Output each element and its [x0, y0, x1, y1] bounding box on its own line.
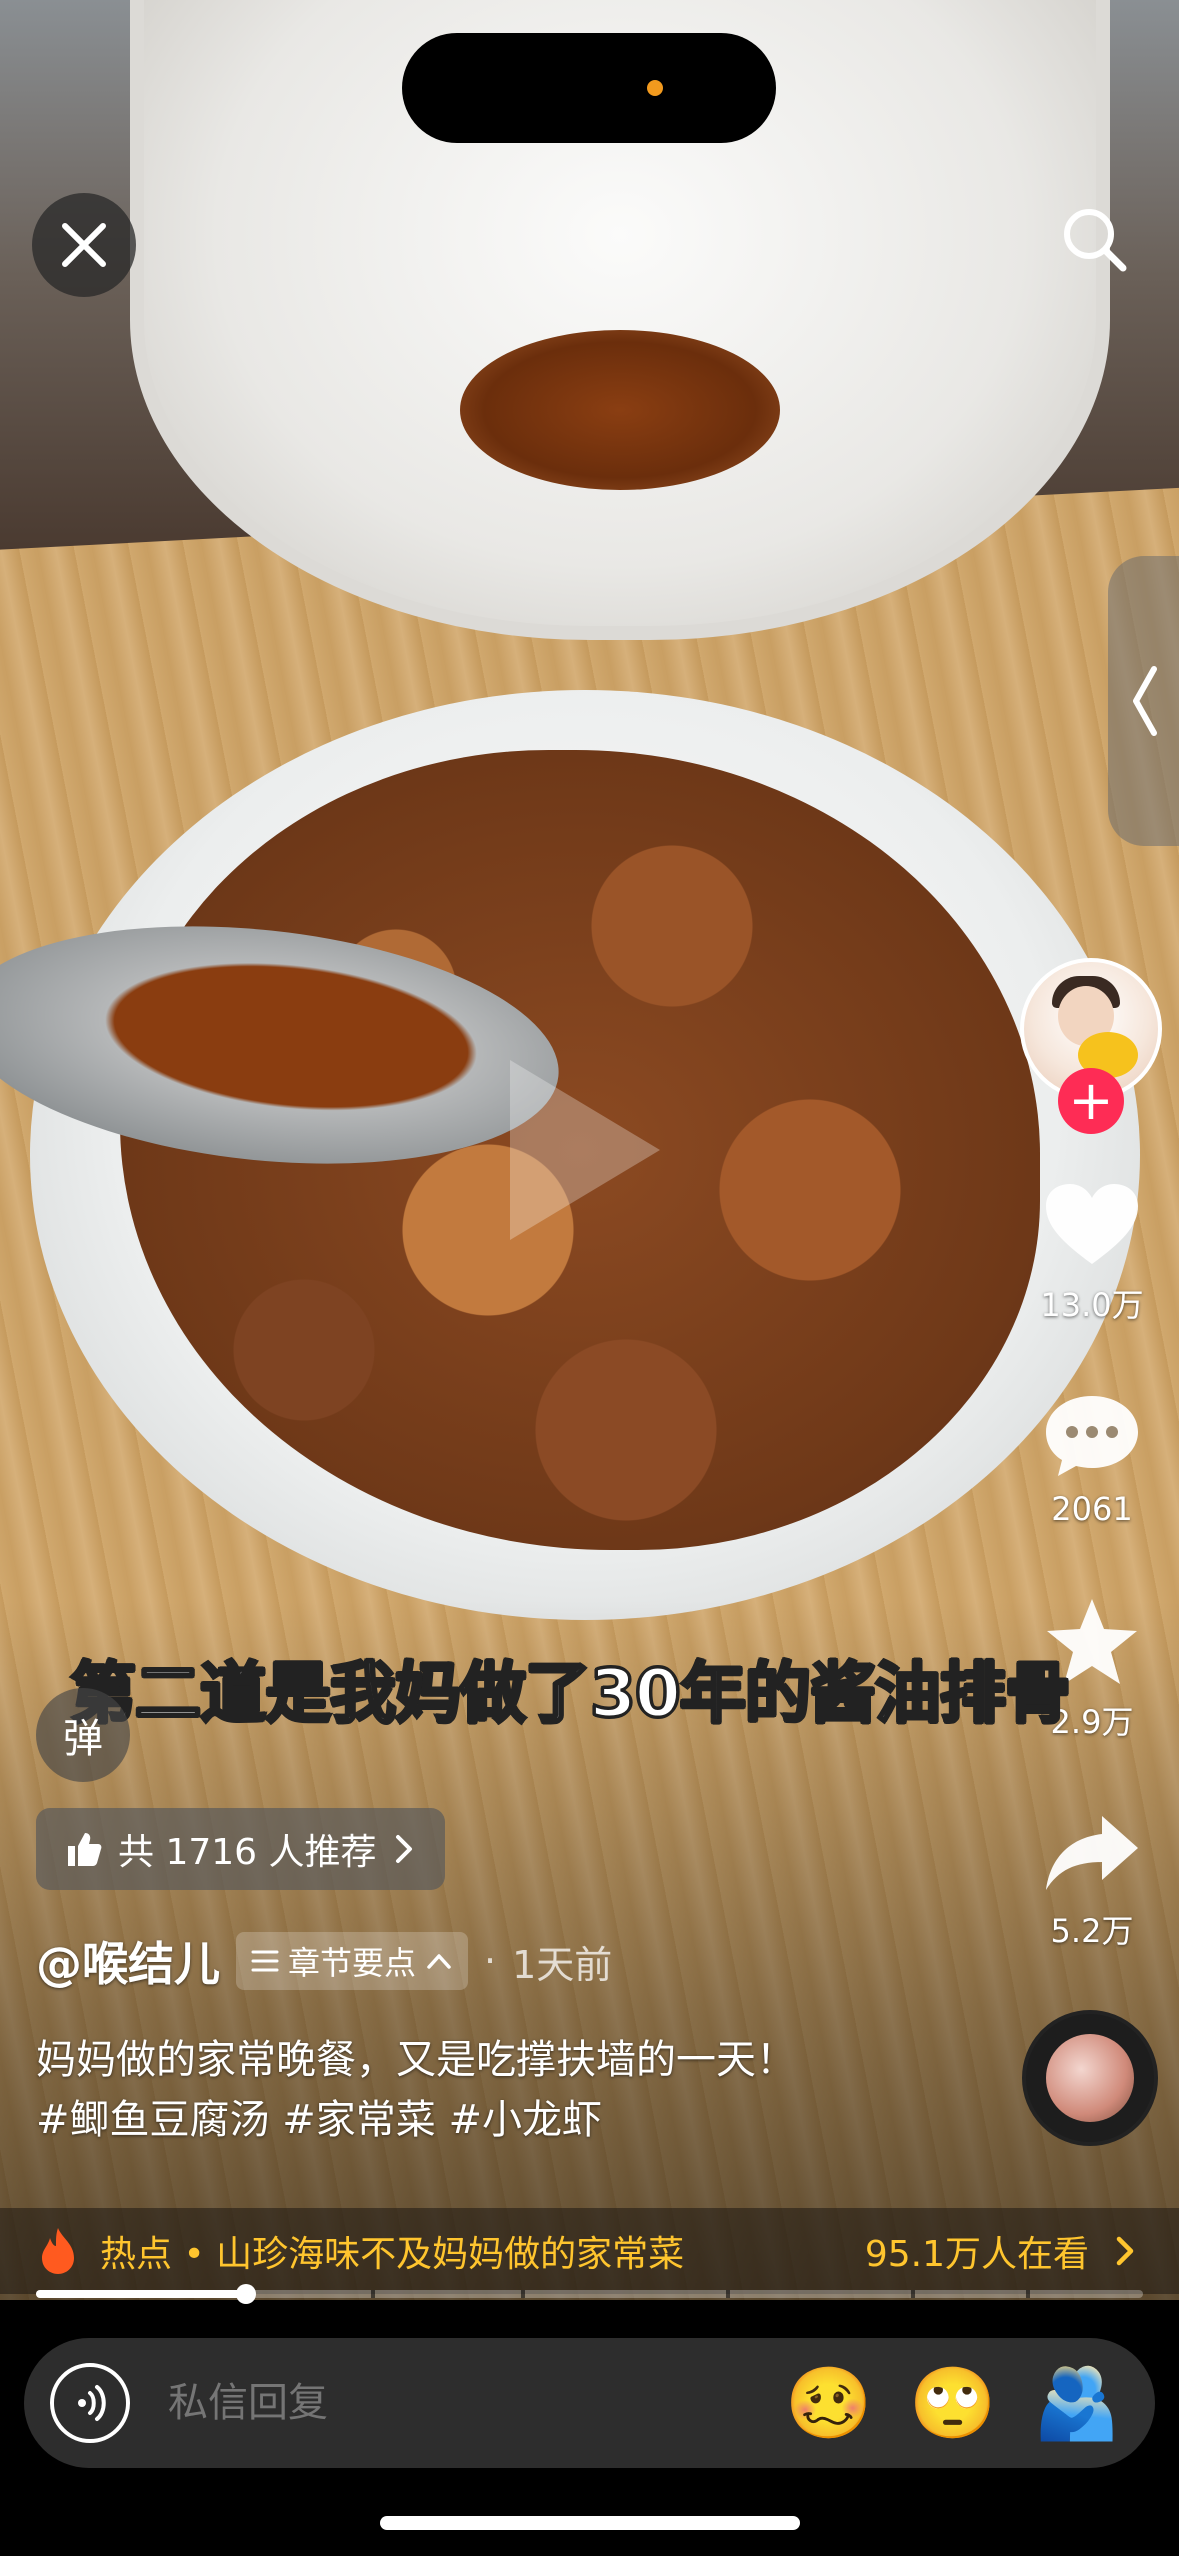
emoji-hug-button[interactable]: 🫂: [1031, 2357, 1123, 2449]
author-row: @喉结儿 章节要点 · 1天前: [36, 1928, 612, 1994]
recommend-text: 共 1716 人推荐: [118, 1832, 377, 1873]
chapter-marker: [521, 2290, 525, 2298]
pot-sauce: [460, 330, 780, 490]
chapter-button[interactable]: 章节要点: [236, 1932, 469, 1990]
comment-count: 2061: [1051, 1490, 1133, 1528]
follow-plus-icon: +: [1068, 1069, 1114, 1132]
recommend-pill[interactable]: 共 1716 人推荐: [36, 1808, 445, 1890]
voice-button[interactable]: [50, 2363, 130, 2443]
quick-emoji-group: 🥴 🙄 🫂: [783, 2357, 1155, 2449]
hot-chevron-icon: [1116, 2236, 1134, 2266]
hot-topic-text: 热点 • 山珍海味不及妈妈做的家常菜: [100, 2234, 685, 2275]
post-time: 1天前: [512, 1942, 613, 1987]
home-indicator[interactable]: [380, 2516, 800, 2530]
comment-icon: [1046, 1396, 1138, 1476]
like-count: 13.0万: [1040, 1286, 1144, 1324]
video-progress-bar[interactable]: [36, 2284, 1143, 2304]
side-panel-handle[interactable]: [1108, 556, 1179, 846]
comment-action[interactable]: 2061: [1022, 1390, 1162, 1528]
search-icon: [1064, 209, 1127, 272]
progress-fill: [36, 2290, 247, 2298]
description-hashtags[interactable]: #鲫鱼豆腐汤 #家常菜 #小龙虾: [36, 2090, 996, 2150]
emoji-eyeroll-button[interactable]: 🙄: [907, 2357, 999, 2449]
separator-dot: ·: [484, 1939, 497, 1983]
like-action[interactable]: 13.0万: [1022, 1180, 1162, 1326]
reply-bar: 🥴 🙄 🫂: [24, 2338, 1155, 2468]
dynamic-island: [402, 33, 776, 143]
thumbs-up-icon: [68, 1833, 102, 1866]
music-disc[interactable]: [1022, 2010, 1158, 2146]
chapter-marker: [911, 2290, 915, 2298]
emoji-dizzy-button[interactable]: 🥴: [783, 2357, 875, 2449]
creator-handle[interactable]: @喉结儿: [36, 1928, 220, 1994]
viewer-count: 95.1万人在看: [864, 2234, 1089, 2275]
share-action[interactable]: 5.2万: [1022, 1810, 1162, 1952]
chevron-right-icon: [395, 1835, 412, 1863]
share-icon: [1046, 1816, 1138, 1890]
danmu-toggle[interactable]: 弹: [36, 1688, 130, 1782]
hot-topic-bar[interactable]: 热点 • 山珍海味不及妈妈做的家常菜 95.1万人在看: [0, 2208, 1179, 2294]
recording-indicator: [647, 80, 663, 96]
danmu-label: 弹: [63, 1716, 103, 1762]
follow-button[interactable]: +: [1058, 1068, 1124, 1134]
list-icon: [251, 1950, 279, 1972]
chevron-up-icon: [427, 1954, 451, 1969]
chapter-marker: [371, 2290, 375, 2298]
progress-knob[interactable]: [236, 2284, 257, 2304]
close-button[interactable]: [32, 193, 136, 297]
reply-input[interactable]: [166, 2379, 730, 2427]
chapter-label: 章节要点: [288, 1944, 417, 1982]
search-button[interactable]: [1055, 200, 1135, 280]
chapter-marker: [726, 2290, 730, 2298]
heart-icon: [1046, 1184, 1138, 1264]
voice-icon: [78, 2385, 106, 2421]
fire-icon: [42, 2228, 74, 2274]
share-count: 5.2万: [1050, 1912, 1134, 1950]
close-icon: [62, 223, 106, 267]
music-cover: [1046, 2034, 1134, 2122]
video-description: 妈妈做的家常晚餐，又是吃撑扶墙的一天！ #鲫鱼豆腐汤 #家常菜 #小龙虾: [36, 2030, 996, 2150]
chevron-left-icon: [1132, 666, 1157, 736]
chapter-marker: [1026, 2290, 1030, 2298]
description-text: 妈妈做的家常晚餐，又是吃撑扶墙的一天！: [36, 2037, 796, 2083]
video-caption: 第二道是我妈做了30年的酱油排骨: [69, 1654, 1073, 1734]
